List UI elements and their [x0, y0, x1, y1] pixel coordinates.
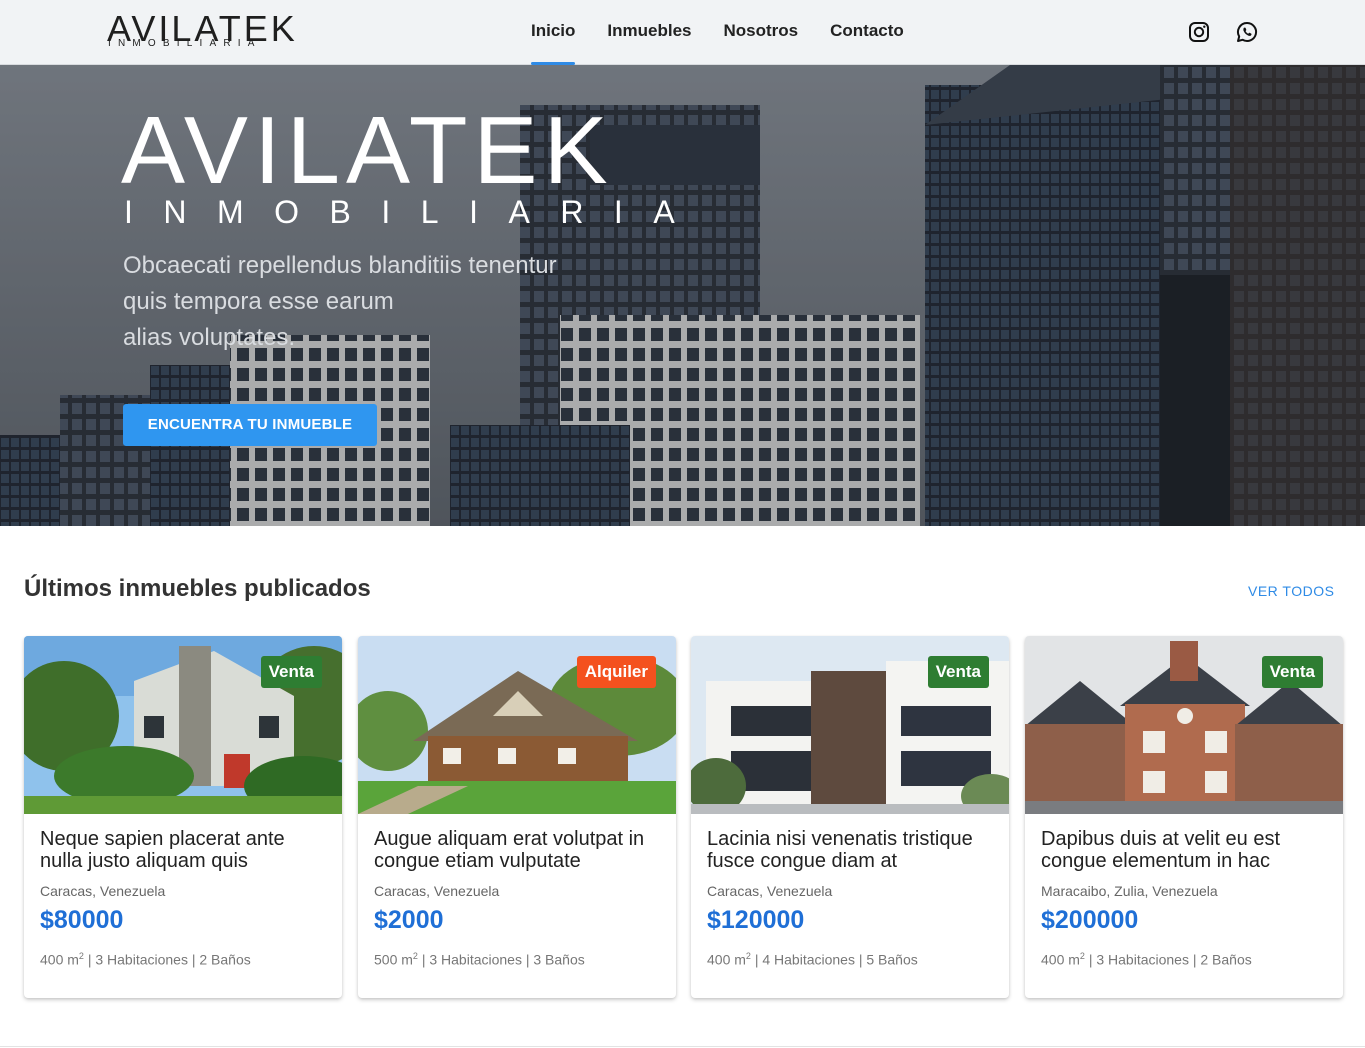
- property-image: Venta: [1025, 636, 1343, 814]
- property-specs: 500 m2 | 3 Habitaciones | 3 Baños: [374, 951, 585, 968]
- hero-banner: AVILATEK INMOBILIARIA Obcaecati repellen…: [0, 65, 1365, 526]
- find-property-button[interactable]: ENCUENTRA TU INMUEBLE: [123, 404, 377, 446]
- property-rooms: | 3 Habitaciones | 2 Baños: [1084, 951, 1252, 968]
- property-title[interactable]: Augue aliquam erat volutpat in congue et…: [374, 828, 664, 872]
- property-image: Alquiler: [358, 636, 676, 814]
- property-price: $120000: [707, 906, 805, 934]
- property-price: $200000: [1041, 906, 1139, 934]
- property-area: 400 m: [707, 951, 746, 968]
- site-header: AVILATEK INMOBILIARIA Inicio Inmuebles N…: [0, 0, 1365, 65]
- status-badge: Venta: [927, 656, 989, 688]
- property-area: 400 m: [1041, 951, 1080, 968]
- status-badge: Venta: [1261, 656, 1323, 688]
- nav-item-nosotros[interactable]: Nosotros: [708, 0, 815, 65]
- brand-logo[interactable]: AVILATEK INMOBILIARIA: [107, 10, 295, 52]
- property-title[interactable]: Lacinia nisi venenatis tristique fusce c…: [707, 828, 997, 872]
- property-location: Caracas, Venezuela: [707, 883, 833, 899]
- brand-tagline: INMOBILIARIA: [108, 38, 262, 49]
- property-card[interactable]: Venta Neque sapien placerat ante nulla j…: [24, 636, 342, 998]
- property-title[interactable]: Dapibus duis at velit eu est congue elem…: [1041, 828, 1331, 872]
- hero-text-line: alias voluptates.: [123, 324, 296, 351]
- property-area: 500 m: [374, 951, 413, 968]
- view-all-link[interactable]: VER TODOS: [1248, 583, 1334, 599]
- hero-title: AVILATEK: [121, 97, 614, 204]
- nav-item-inmuebles[interactable]: Inmuebles: [591, 0, 707, 65]
- hero-description: Obcaecati repellendus blanditiis tenentu…: [123, 248, 663, 356]
- property-card[interactable]: Venta Lacinia nisi venenatis tristique f…: [691, 636, 1009, 998]
- property-specs: 400 m2 | 3 Habitaciones | 2 Baños: [1041, 951, 1252, 968]
- hero-text-line: quis tempora esse earum: [123, 288, 394, 315]
- property-location: Caracas, Venezuela: [374, 883, 500, 899]
- property-price: $80000: [40, 906, 124, 934]
- status-badge: Alquiler: [576, 656, 656, 688]
- property-specs: 400 m2 | 4 Habitaciones | 5 Baños: [707, 951, 918, 968]
- property-rooms: | 4 Habitaciones | 5 Baños: [750, 951, 918, 968]
- section-divider: [0, 1046, 1365, 1047]
- property-title[interactable]: Neque sapien placerat ante nulla justo a…: [40, 828, 330, 872]
- property-specs: 400 m2 | 3 Habitaciones | 2 Baños: [40, 951, 251, 968]
- status-badge: Venta: [260, 656, 322, 688]
- instagram-icon[interactable]: [1187, 20, 1211, 44]
- section-title: Últimos inmuebles publicados: [24, 575, 371, 602]
- property-rooms: | 3 Habitaciones | 2 Baños: [83, 951, 251, 968]
- property-card[interactable]: Alquiler Augue aliquam erat volutpat in …: [358, 636, 676, 998]
- property-price: $2000: [374, 906, 444, 934]
- property-image: Venta: [691, 636, 1009, 814]
- whatsapp-icon[interactable]: [1235, 20, 1259, 44]
- property-rooms: | 3 Habitaciones | 3 Baños: [417, 951, 585, 968]
- main-nav: Inicio Inmuebles Nosotros Contacto: [515, 0, 920, 65]
- property-image: Venta: [24, 636, 342, 814]
- hero-text-line: Obcaecati repellendus blanditiis tenentu…: [123, 252, 557, 279]
- nav-item-inicio[interactable]: Inicio: [515, 0, 591, 65]
- nav-item-contacto[interactable]: Contacto: [814, 0, 920, 65]
- property-location: Caracas, Venezuela: [40, 883, 166, 899]
- hero-subtitle: INMOBILIARIA: [124, 194, 706, 230]
- property-area: 400 m: [40, 951, 79, 968]
- property-location: Maracaibo, Zulia, Venezuela: [1041, 883, 1218, 899]
- property-card[interactable]: Venta Dapibus duis at velit eu est congu…: [1025, 636, 1343, 998]
